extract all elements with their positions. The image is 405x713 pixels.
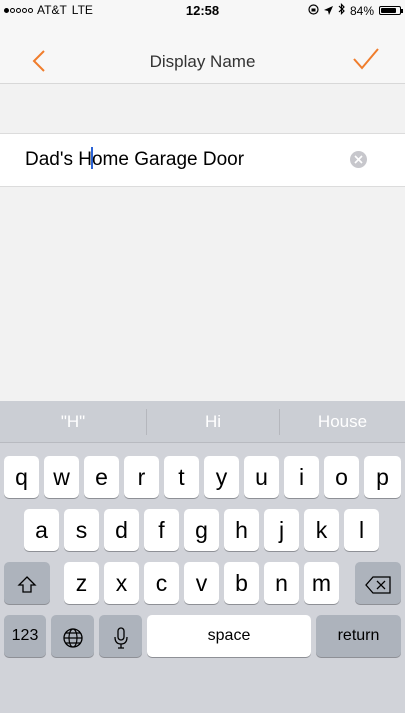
shift-icon	[17, 576, 37, 593]
page-title: Display Name	[149, 52, 256, 71]
key-x[interactable]: x	[104, 562, 139, 604]
key-w[interactable]: w	[44, 456, 79, 498]
key-n[interactable]: n	[264, 562, 299, 604]
key-j[interactable]: j	[264, 509, 299, 551]
backspace-icon	[365, 576, 391, 594]
orientation-lock-icon	[308, 3, 319, 18]
display-name-input[interactable]: Dad's Home Garage Door	[25, 147, 244, 171]
key-h[interactable]: h	[224, 509, 259, 551]
battery-percent: 84%	[349, 3, 374, 18]
key-s[interactable]: s	[64, 509, 99, 551]
key-l[interactable]: l	[344, 509, 379, 551]
empty-area	[0, 187, 405, 401]
key-b[interactable]: b	[224, 562, 259, 604]
dictation-key[interactable]	[99, 615, 142, 657]
status-right: 84%	[308, 3, 403, 18]
display-name-field[interactable]: Dad's Home Garage Door	[0, 133, 405, 187]
key-y[interactable]: y	[204, 456, 239, 498]
suggestion-2[interactable]: Hi	[147, 401, 279, 443]
navigation-bar: Display Name	[0, 20, 405, 84]
delete-key[interactable]	[355, 562, 401, 604]
key-v[interactable]: v	[184, 562, 219, 604]
key-q[interactable]: q	[4, 456, 39, 498]
keyboard: "H" Hi House q w e r t y u i o p a s d f…	[0, 401, 405, 713]
clear-icon	[354, 155, 363, 164]
key-m[interactable]: m	[304, 562, 339, 604]
suggestion-bar: "H" Hi House	[0, 401, 405, 443]
top-spacer	[0, 84, 405, 140]
key-d[interactable]: d	[104, 509, 139, 551]
globe-icon	[62, 628, 83, 648]
suggestion-1[interactable]: "H"	[0, 401, 146, 443]
key-a[interactable]: a	[24, 509, 59, 551]
suggestion-3[interactable]: House	[280, 401, 405, 443]
key-o[interactable]: o	[324, 456, 359, 498]
clear-text-button[interactable]	[350, 151, 367, 168]
return-key[interactable]: return	[316, 615, 401, 657]
key-k[interactable]: k	[304, 509, 339, 551]
microphone-icon	[113, 627, 128, 649]
numbers-key[interactable]: 123	[4, 615, 46, 657]
key-i[interactable]: i	[284, 456, 319, 498]
key-u[interactable]: u	[244, 456, 279, 498]
key-z[interactable]: z	[64, 562, 99, 604]
key-c[interactable]: c	[144, 562, 179, 604]
bluetooth-icon	[338, 3, 345, 18]
field-text-after-caret: ome Garage Door	[91, 149, 245, 170]
key-e[interactable]: e	[84, 456, 119, 498]
key-t[interactable]: t	[164, 456, 199, 498]
key-g[interactable]: g	[184, 509, 219, 551]
key-r[interactable]: r	[124, 456, 159, 498]
space-key[interactable]: space	[147, 615, 311, 657]
done-button[interactable]	[353, 48, 379, 75]
status-bar: AT&T LTE 12:58 84%	[0, 0, 405, 20]
key-f[interactable]: f	[144, 509, 179, 551]
battery-icon	[379, 6, 403, 15]
field-text-before-caret: Dad's H	[25, 149, 92, 170]
key-p[interactable]: p	[364, 456, 401, 498]
shift-key[interactable]	[4, 562, 50, 604]
globe-key[interactable]	[51, 615, 94, 657]
location-icon	[323, 4, 333, 18]
checkmark-icon	[353, 48, 379, 70]
